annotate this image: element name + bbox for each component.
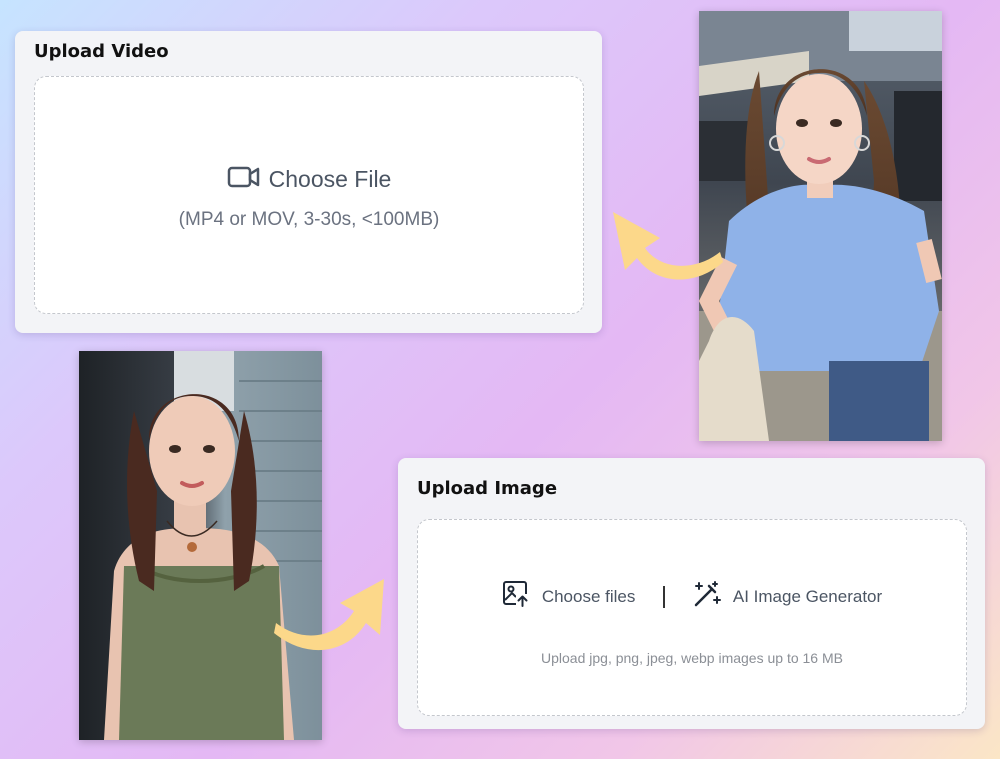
image-format-hint: Upload jpg, png, jpeg, webp images up to…	[541, 650, 843, 666]
image-upload-icon	[502, 580, 530, 613]
ai-image-generator-button[interactable]: AI Image Generator	[693, 580, 882, 613]
video-camera-icon	[227, 165, 261, 194]
video-format-hint: (MP4 or MOV, 3-30s, <100MB)	[178, 209, 440, 230]
image-dropzone[interactable]: Choose files AI Image Generator Upload j…	[417, 519, 967, 716]
video-dropzone[interactable]: Choose File (MP4 or MOV, 3-30s, <100MB)	[34, 76, 584, 314]
actions-divider	[663, 585, 665, 608]
choose-file-label: Choose File	[268, 166, 392, 192]
upload-video-panel: Upload Video Choose File (MP4 or MOV, 3-…	[15, 31, 602, 333]
upload-image-title: Upload Image	[417, 478, 558, 499]
reference-photo-woman-blue-shirt	[699, 11, 942, 441]
reference-photo-girl-green-top	[79, 351, 322, 740]
choose-files-label: Choose files	[541, 586, 636, 606]
choose-file-button[interactable]: Choose File	[35, 165, 583, 194]
upload-video-title: Upload Video	[34, 41, 169, 62]
image-actions-row: Choose files AI Image Generator	[418, 580, 966, 613]
upload-image-panel: Upload Image Choose files AI Image Gener…	[398, 458, 985, 729]
choose-files-button[interactable]: Choose files	[502, 580, 636, 613]
magic-wand-icon	[693, 580, 721, 613]
ai-image-generator-label: AI Image Generator	[732, 586, 883, 606]
